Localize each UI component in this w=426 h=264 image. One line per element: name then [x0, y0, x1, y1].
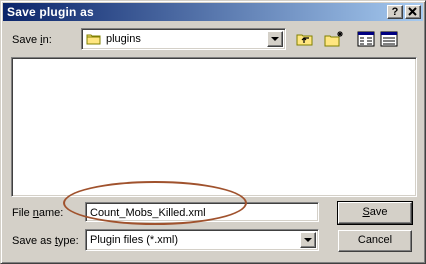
dialog-title: Save plugin as — [7, 5, 94, 19]
details-view-icon — [380, 31, 398, 47]
help-button[interactable]: ? — [387, 5, 403, 19]
save-as-type-label: Save as type: — [12, 235, 79, 247]
close-icon — [408, 7, 417, 16]
details-view-button[interactable] — [378, 29, 400, 49]
new-folder-icon — [324, 31, 343, 47]
save-plugin-dialog: Save plugin as ? Save in: plugins File n… — [0, 0, 426, 264]
file-name-label: File name: — [12, 207, 64, 219]
list-view-button[interactable] — [355, 29, 377, 49]
save-button-label: ave — [369, 206, 388, 218]
close-button[interactable] — [405, 5, 421, 19]
save-in-dropdown[interactable]: plugins — [81, 28, 286, 50]
folder-icon — [86, 34, 101, 45]
file-name-input[interactable]: Count_Mobs_Killed.xml — [85, 202, 319, 222]
list-view-icon — [357, 31, 375, 47]
save-in-label: Save in: — [12, 34, 52, 46]
up-one-level-button[interactable] — [294, 29, 316, 49]
chevron-down-icon[interactable] — [300, 232, 316, 248]
file-list-area[interactable] — [11, 57, 417, 197]
save-button[interactable]: Save — [337, 201, 413, 225]
cancel-button-label: Cancel — [357, 234, 393, 246]
save-in-value: plugins — [106, 33, 141, 45]
chevron-down-icon[interactable] — [267, 31, 283, 47]
save-as-type-value: Plugin files (*.xml) — [90, 234, 179, 246]
title-bar[interactable]: Save plugin as ? — [3, 3, 423, 21]
save-button-accel: S — [362, 206, 370, 218]
up-one-level-icon — [296, 34, 313, 46]
save-as-type-dropdown[interactable]: Plugin files (*.xml) — [85, 229, 319, 251]
file-name-value: Count_Mobs_Killed.xml — [90, 207, 206, 219]
cancel-button[interactable]: Cancel — [338, 230, 412, 252]
create-new-folder-button[interactable] — [323, 29, 345, 49]
